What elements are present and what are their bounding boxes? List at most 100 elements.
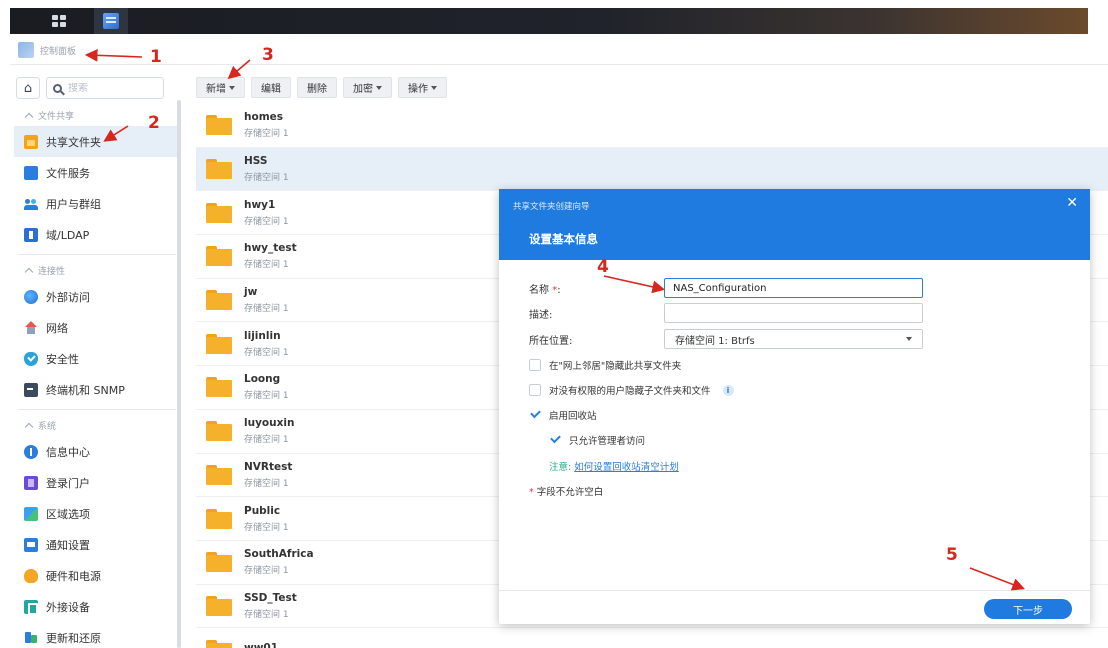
name-label: 名称 *: bbox=[529, 284, 561, 296]
annotation-2: 2 bbox=[148, 113, 160, 133]
sidebar: ⌂ 文件共享 共享文件夹 文件服务 用户与群组 域/LDAP 连接性 外部访问 … bbox=[14, 74, 180, 648]
caret-down-icon bbox=[376, 85, 382, 90]
folder-row[interactable]: HSS 存储空间 1 bbox=[196, 147, 1108, 192]
encrypt-button[interactable]: 加密 bbox=[343, 77, 392, 98]
name-row: 名称 *: bbox=[529, 278, 923, 298]
edit-button[interactable]: 编辑 bbox=[251, 77, 291, 98]
home-icon: ⌂ bbox=[23, 80, 33, 96]
folder-icon bbox=[206, 202, 232, 223]
sidebar-item-security[interactable]: 安全性 bbox=[14, 343, 180, 374]
sidebar-item-label: 外接设备 bbox=[46, 600, 90, 614]
sidebar-scrollbar[interactable] bbox=[177, 100, 181, 648]
required-note: * 字段不允许空白 bbox=[529, 487, 604, 498]
external-devices-icon bbox=[24, 599, 38, 615]
security-shield-icon bbox=[24, 351, 38, 366]
terminal-icon bbox=[24, 382, 38, 397]
action-button[interactable]: 操作 bbox=[398, 77, 447, 98]
hide-unauth-option[interactable]: 对没有权限的用户隐藏子文件夹和文件 i bbox=[529, 383, 734, 397]
sidebar-item-label: 更新和还原 bbox=[46, 631, 101, 645]
description-input[interactable] bbox=[664, 303, 923, 323]
folder-row[interactable]: ww01 bbox=[196, 628, 1108, 648]
sidebar-item-info-center[interactable]: 信息中心 bbox=[14, 436, 180, 467]
recycle-note: 注意: 如何设置回收站清空计划 bbox=[549, 462, 679, 473]
search-input[interactable] bbox=[68, 82, 148, 94]
sidebar-item-file-services[interactable]: 文件服务 bbox=[14, 157, 180, 188]
info-icon[interactable]: i bbox=[722, 384, 734, 396]
folder-icon bbox=[206, 508, 232, 529]
folder-icon bbox=[206, 464, 232, 485]
next-button[interactable]: 下一步 bbox=[984, 599, 1072, 619]
delete-button[interactable]: 删除 bbox=[297, 77, 337, 98]
main-menu-button[interactable] bbox=[42, 8, 76, 34]
sidebar-item-external-access[interactable]: 外部访问 bbox=[14, 281, 180, 312]
admin-only-checkbox[interactable] bbox=[549, 434, 561, 446]
sidebar-item-notification[interactable]: 通知设置 bbox=[14, 529, 180, 560]
file-services-icon bbox=[24, 165, 38, 180]
dialog-wizard-title: 共享文件夹创建向导 bbox=[513, 202, 590, 212]
chevron-up-icon bbox=[24, 267, 34, 276]
sidebar-item-hardware-power[interactable]: 硬件和电源 bbox=[14, 560, 180, 591]
annotation-1: 1 bbox=[150, 47, 162, 67]
folder-icon bbox=[206, 159, 232, 180]
folder-icon bbox=[206, 639, 232, 648]
sidebar-item-label: 域/LDAP bbox=[46, 228, 90, 242]
sidebar-item-update-restore[interactable]: 更新和还原 bbox=[14, 622, 180, 648]
taskbar bbox=[10, 8, 1088, 34]
hide-network-option[interactable]: 在"网上邻居"隐藏此共享文件夹 bbox=[529, 358, 681, 372]
admin-only-option[interactable]: 只允许管理者访问 bbox=[549, 433, 645, 447]
recycle-schedule-link[interactable]: 如何设置回收站清空计划 bbox=[574, 462, 679, 473]
sidebar-item-terminal-snmp[interactable]: 终端机和 SNMP bbox=[14, 374, 180, 405]
folder-icon bbox=[206, 333, 232, 354]
folder-icon bbox=[206, 290, 232, 311]
location-label: 所在位置: bbox=[529, 335, 573, 347]
sidebar-item-label: 文件服务 bbox=[46, 166, 90, 180]
sidebar-item-user-group[interactable]: 用户与群组 bbox=[14, 188, 180, 219]
home-button[interactable]: ⌂ bbox=[16, 77, 40, 99]
shared-folder-icon bbox=[24, 134, 38, 149]
folder-icon bbox=[206, 246, 232, 267]
hide-network-checkbox[interactable] bbox=[529, 359, 541, 371]
close-icon[interactable]: ✕ bbox=[1066, 196, 1078, 210]
sidebar-item-label: 登录门户 bbox=[46, 476, 90, 490]
create-button[interactable]: 新增 bbox=[196, 77, 245, 98]
sidebar-search[interactable] bbox=[46, 77, 164, 99]
taskbar-control-panel-button[interactable] bbox=[94, 8, 128, 34]
dialog-header: 共享文件夹创建向导 ✕ 设置基本信息 bbox=[499, 189, 1090, 260]
sidebar-item-regional-options[interactable]: 区域选项 bbox=[14, 498, 180, 529]
toolbar: 新增 编辑 删除 加密 操作 bbox=[196, 77, 447, 99]
chevron-up-icon bbox=[24, 112, 34, 121]
sidebar-item-label: 用户与群组 bbox=[46, 197, 101, 211]
window-title: 控制面板 bbox=[40, 46, 77, 57]
ldap-icon bbox=[24, 227, 38, 242]
sidebar-item-ldap[interactable]: 域/LDAP bbox=[14, 219, 180, 250]
update-restore-icon bbox=[24, 631, 38, 645]
sidebar-item-label: 共享文件夹 bbox=[46, 135, 101, 149]
sidebar-item-label: 通知设置 bbox=[46, 538, 90, 552]
hardware-power-icon bbox=[24, 568, 38, 583]
control-panel-icon bbox=[18, 42, 34, 58]
sidebar-item-login-portal[interactable]: 登录门户 bbox=[14, 467, 180, 498]
notification-icon bbox=[24, 537, 38, 552]
sidebar-item-label: 信息中心 bbox=[46, 445, 90, 459]
sidebar-item-label: 安全性 bbox=[46, 352, 79, 366]
sidebar-item-external-devices[interactable]: 外接设备 bbox=[14, 591, 180, 622]
annotation-5: 5 bbox=[946, 545, 958, 565]
folder-icon bbox=[206, 115, 232, 136]
name-input[interactable] bbox=[664, 278, 923, 298]
folder-row[interactable]: homes 存储空间 1 bbox=[196, 104, 1108, 148]
section-connectivity[interactable]: 连接性 bbox=[14, 259, 180, 281]
caret-down-icon bbox=[906, 337, 912, 341]
recycle-bin-checkbox[interactable] bbox=[529, 409, 541, 421]
sidebar-item-network[interactable]: 网络 bbox=[14, 312, 180, 343]
sidebar-item-label: 网络 bbox=[46, 321, 68, 335]
search-icon bbox=[53, 83, 62, 93]
dialog-footer: 下一步 bbox=[499, 590, 1090, 624]
recycle-bin-option[interactable]: 启用回收站 bbox=[529, 408, 597, 422]
section-system[interactable]: 系统 bbox=[14, 414, 180, 436]
description-row: 描述: bbox=[529, 303, 923, 323]
folder-icon bbox=[206, 421, 232, 442]
hide-unauth-checkbox[interactable] bbox=[529, 384, 541, 396]
chevron-up-icon bbox=[24, 422, 34, 431]
divider bbox=[18, 254, 176, 255]
location-select[interactable]: 存储空间 1: Btrfs bbox=[664, 329, 923, 349]
